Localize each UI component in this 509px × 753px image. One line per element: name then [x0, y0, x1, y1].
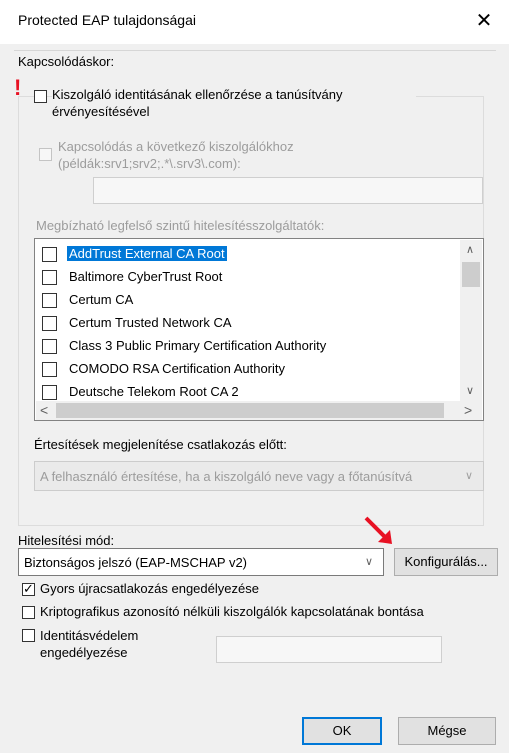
horizontal-scroll-thumb[interactable] [56, 403, 444, 418]
list-item-label: COMODO RSA Certification Authority [69, 361, 286, 376]
cancel-button[interactable]: Mégse [398, 717, 496, 745]
identity-privacy-checkbox[interactable] [22, 629, 35, 642]
list-item[interactable]: Certum Trusted Network CA [38, 312, 458, 335]
ok-button[interactable]: OK [302, 717, 382, 745]
notifications-value: A felhasználó értesítése, ha a kiszolgál… [40, 469, 413, 484]
scroll-thumb[interactable] [462, 262, 480, 287]
notifications-select[interactable]: A felhasználó értesítése, ha a kiszolgál… [34, 461, 484, 491]
horizontal-scrollbar[interactable]: < > [36, 401, 482, 420]
disconnect-checkbox[interactable] [22, 606, 35, 619]
list-item[interactable]: Class 3 Public Primary Certification Aut… [38, 335, 458, 358]
fast-reconnect-label: Gyors újracsatlakozás engedélyezése [40, 581, 259, 596]
list-item-label: Baltimore CyberTrust Root [69, 269, 223, 284]
list-item-checkbox[interactable] [42, 362, 57, 377]
identity-privacy-label: Identitásvédelem engedélyezése [40, 628, 139, 660]
scroll-left-icon[interactable]: < [40, 402, 48, 418]
list-item-label: Class 3 Public Primary Certification Aut… [69, 338, 327, 353]
window-title: Protected EAP tulajdonságai [18, 12, 196, 28]
list-item-checkbox[interactable] [42, 316, 57, 331]
divider [14, 50, 496, 51]
warning-annotation-icon: ! [14, 75, 22, 100]
scroll-up-icon[interactable]: ∧ [466, 243, 474, 256]
connect-group-label: Kapcsolódáskor: [18, 54, 115, 69]
chevron-down-icon: ∨ [465, 470, 474, 482]
list-item-checkbox[interactable] [42, 339, 57, 354]
list-item-checkbox[interactable] [42, 270, 57, 285]
list-item-label: Deutsche Telekom Root CA 2 [69, 384, 239, 399]
auth-method-select[interactable]: Biztonságos jelszó (EAP-MSCHAP v2) ∨ [18, 548, 384, 576]
auth-method-value: Biztonságos jelszó (EAP-MSCHAP v2) [24, 555, 248, 570]
list-item-label: AddTrust External CA Root [67, 246, 227, 261]
list-item[interactable]: COMODO RSA Certification Authority [38, 358, 458, 381]
fast-reconnect-checkbox[interactable] [22, 581, 35, 597]
notifications-label: Értesítések megjelenítése csatlakozás el… [34, 437, 287, 452]
verify-identity-checkbox[interactable] [34, 90, 47, 103]
connect-servers-checkbox[interactable] [39, 148, 52, 161]
list-item-label: Certum CA [69, 292, 134, 307]
connect-servers-label: Kapcsolódás a következő kiszolgálókhoz (… [58, 139, 294, 171]
scroll-right-icon[interactable]: > [464, 402, 472, 418]
connect-servers-input[interactable] [93, 177, 483, 204]
identity-privacy-input[interactable] [216, 636, 442, 663]
list-item[interactable]: AddTrust External CA Root [38, 243, 458, 266]
verify-identity-label: Kiszolgáló identitásának ellenőrzése a t… [52, 86, 416, 120]
chevron-down-icon: ∨ [365, 556, 374, 568]
auth-method-label: Hitelesítési mód: [18, 533, 115, 548]
annotation-arrow-icon [364, 516, 392, 544]
list-item-checkbox[interactable] [42, 385, 57, 400]
trusted-roots-list[interactable]: AddTrust External CA Root Baltimore Cyber… [34, 238, 484, 421]
scroll-down-icon[interactable]: ∨ [466, 384, 474, 397]
close-icon[interactable]: ✕ [469, 6, 499, 36]
disconnect-label: Kriptografikus azonosító nélküli kiszolg… [40, 604, 424, 619]
list-item-checkbox[interactable] [42, 247, 57, 262]
configure-button[interactable]: Konfigurálás... [394, 548, 498, 576]
vertical-scrollbar[interactable]: ∧ ∨ [460, 240, 482, 401]
trusted-roots-label: Megbízható legfelső szintű hitelesítéssz… [36, 218, 325, 233]
list-item[interactable]: Baltimore CyberTrust Root [38, 266, 458, 289]
list-item[interactable]: Certum CA [38, 289, 458, 312]
list-item-label: Certum Trusted Network CA [69, 315, 232, 330]
list-item-checkbox[interactable] [42, 293, 57, 308]
